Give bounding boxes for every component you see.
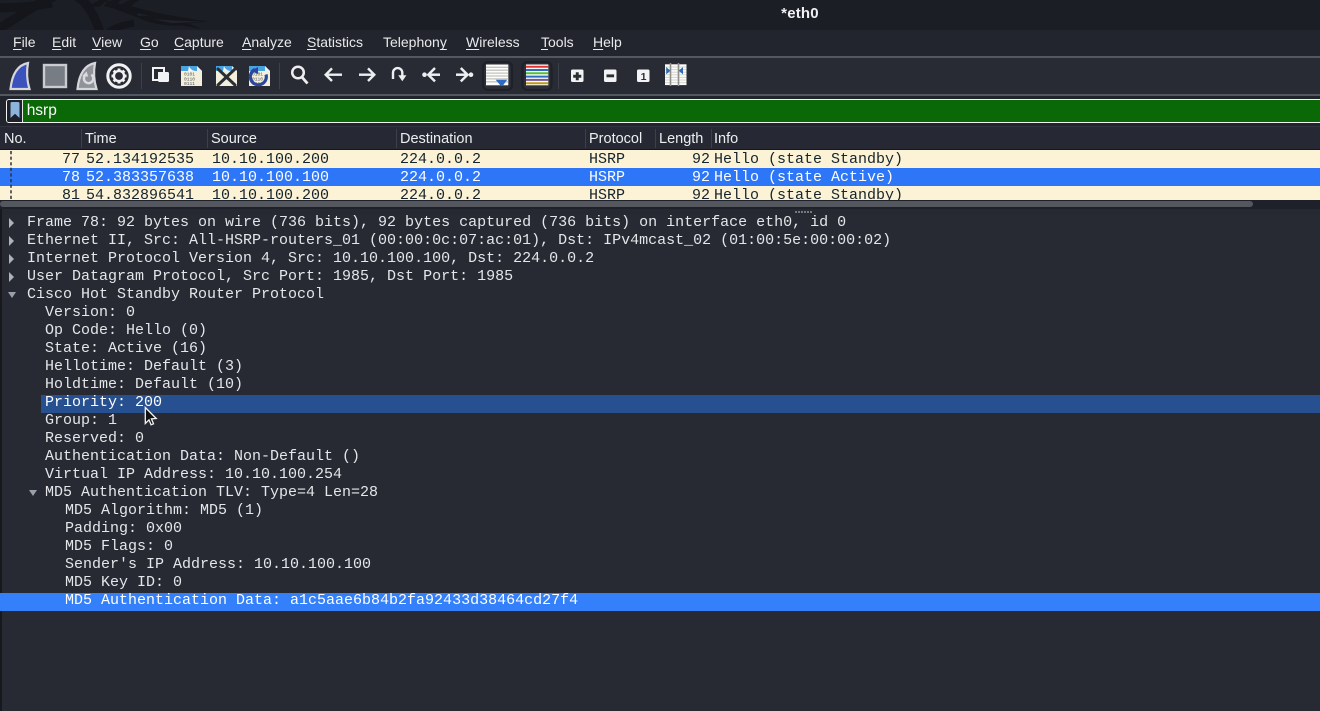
svg-text:1: 1 bbox=[641, 71, 647, 83]
svg-text:0111: 0111 bbox=[184, 81, 195, 87]
